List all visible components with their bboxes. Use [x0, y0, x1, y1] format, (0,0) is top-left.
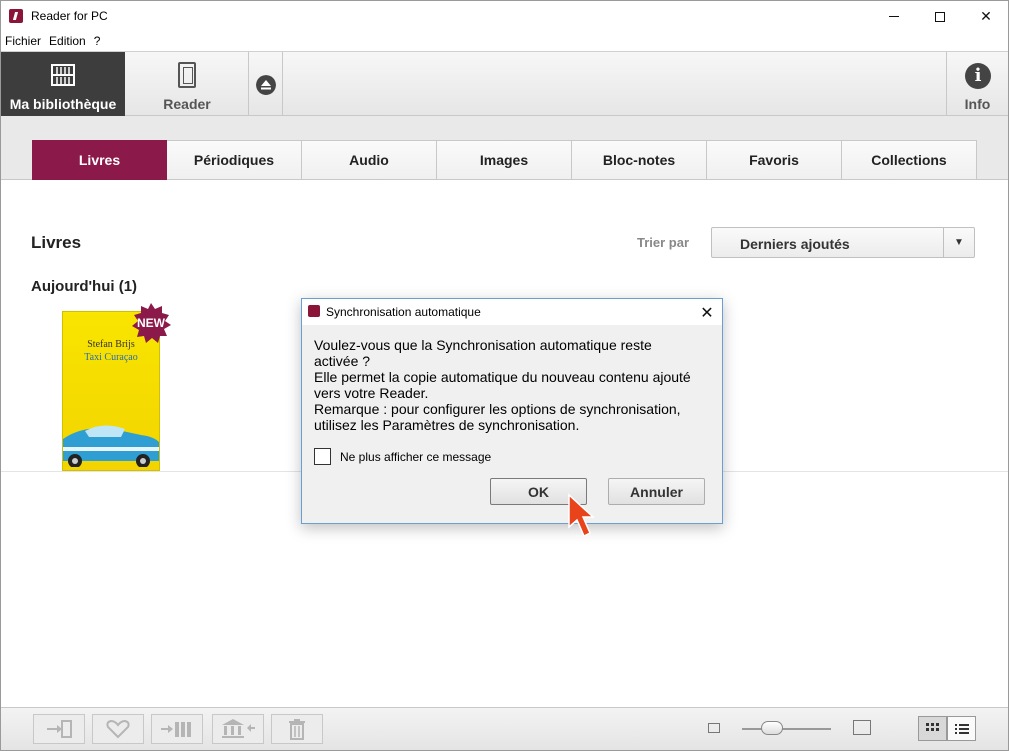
info-button[interactable]: i Info [946, 52, 1008, 116]
list-view-icon [954, 723, 969, 734]
zoom-slider-thumb[interactable] [761, 721, 783, 735]
dont-show-again-checkbox[interactable] [314, 448, 331, 465]
bottom-toolbar [1, 707, 1008, 750]
send-to-reader-icon [47, 720, 72, 738]
library-button[interactable]: Ma bibliothèque [1, 52, 125, 116]
section-title: Livres [31, 233, 82, 252]
category-tabs: Livres Périodiques Audio Images Bloc-not… [32, 140, 977, 180]
reader-button[interactable]: Reader [126, 52, 249, 116]
zoom-out-image-icon[interactable] [708, 723, 720, 733]
dialog-message: Voulez-vous que la Synchronisation autom… [314, 337, 712, 433]
tab-livres[interactable]: Livres [32, 140, 167, 180]
category-tabs-area: Livres Périodiques Audio Images Bloc-not… [1, 116, 1008, 180]
dialog-close-icon[interactable]: ✕ [694, 301, 720, 323]
window-title: Reader for PC [31, 9, 108, 23]
sort-label: Trier par [637, 235, 690, 250]
dialog-title-bar: Synchronisation automatique ✕ [302, 299, 722, 325]
grid-view-icon [925, 722, 939, 731]
app-window: Reader for PC ✕ Fichier Edition ? Ma bib… [0, 0, 1009, 751]
tab-collections[interactable]: Collections [842, 140, 977, 180]
tab-bloc-notes[interactable]: Bloc-notes [572, 140, 707, 180]
bookshelf-icon [51, 64, 75, 86]
move-to-library-button[interactable] [212, 714, 264, 744]
maximize-button[interactable] [917, 1, 963, 32]
sort-dropdown[interactable]: Derniers ajoutés ▼ [711, 227, 975, 258]
menu-bar: Fichier Edition ? [1, 32, 1008, 51]
close-button[interactable]: ✕ [963, 1, 1008, 32]
dont-show-again-row: Ne plus afficher ce message [314, 448, 491, 465]
add-to-collection-button[interactable] [151, 714, 203, 744]
dropdown-arrow-icon[interactable]: ▼ [943, 228, 974, 257]
zoom-in-image-icon[interactable] [853, 720, 871, 735]
new-badge-label: NEW [137, 316, 165, 330]
close-icon: ✕ [980, 8, 992, 25]
dialog-line: Remarque : pour configurer les options d… [314, 401, 681, 417]
dialog-line: Elle permet la copie automatique du nouv… [314, 369, 691, 385]
group-title: Aujourd'hui (1) [31, 278, 138, 295]
delete-button[interactable] [271, 714, 323, 744]
minimize-icon [889, 16, 899, 17]
tab-images[interactable]: Images [437, 140, 572, 180]
menu-edition[interactable]: Edition [45, 32, 90, 51]
grid-view-button[interactable] [918, 716, 947, 741]
sort-value: Derniers ajoutés [740, 236, 850, 252]
list-view-button[interactable] [947, 716, 976, 741]
pointer-cursor-icon [568, 493, 595, 538]
ereader-device-icon [178, 62, 196, 88]
dialog-title: Synchronisation automatique [326, 305, 481, 319]
dialog-line: Voulez-vous que la Synchronisation autom… [314, 337, 652, 353]
menu-fichier[interactable]: Fichier [1, 32, 45, 51]
menu-help[interactable]: ? [90, 32, 105, 51]
dont-show-again-label[interactable]: Ne plus afficher ce message [340, 450, 491, 464]
trash-icon [289, 719, 305, 740]
app-logo-icon [9, 9, 23, 23]
main-toolbar: Ma bibliothèque Reader i Info [1, 51, 1008, 116]
cancel-button[interactable]: Annuler [608, 478, 705, 505]
add-to-collection-icon [161, 722, 191, 737]
dialog-line: activée ? [314, 353, 371, 369]
reader-label: Reader [163, 96, 211, 112]
dialog-app-icon [308, 305, 320, 317]
send-to-reader-button[interactable] [33, 714, 85, 744]
car-illustration-icon [63, 425, 159, 467]
dialog-line: vers votre Reader. [314, 385, 429, 401]
zoom-slider-track[interactable] [742, 728, 831, 730]
minimize-button[interactable] [871, 1, 917, 32]
eject-button[interactable] [249, 52, 283, 116]
move-to-library-icon [222, 719, 255, 738]
info-icon: i [965, 63, 991, 89]
favorite-button[interactable] [92, 714, 144, 744]
tab-favoris[interactable]: Favoris [707, 140, 842, 180]
tab-audio[interactable]: Audio [302, 140, 437, 180]
favorite-heart-icon [106, 719, 130, 739]
auto-sync-dialog: Synchronisation automatique ✕ Voulez-vou… [301, 298, 723, 524]
dialog-line: utilisez les Paramètres de synchronisati… [314, 417, 580, 433]
library-label: Ma bibliothèque [9, 96, 117, 112]
maximize-icon [935, 11, 945, 22]
info-label: Info [964, 96, 991, 112]
tab-periodiques[interactable]: Périodiques [167, 140, 302, 180]
book-title: Taxi Curaçao [84, 352, 138, 363]
title-bar: Reader for PC ✕ [1, 1, 1008, 32]
eject-icon [256, 75, 276, 95]
